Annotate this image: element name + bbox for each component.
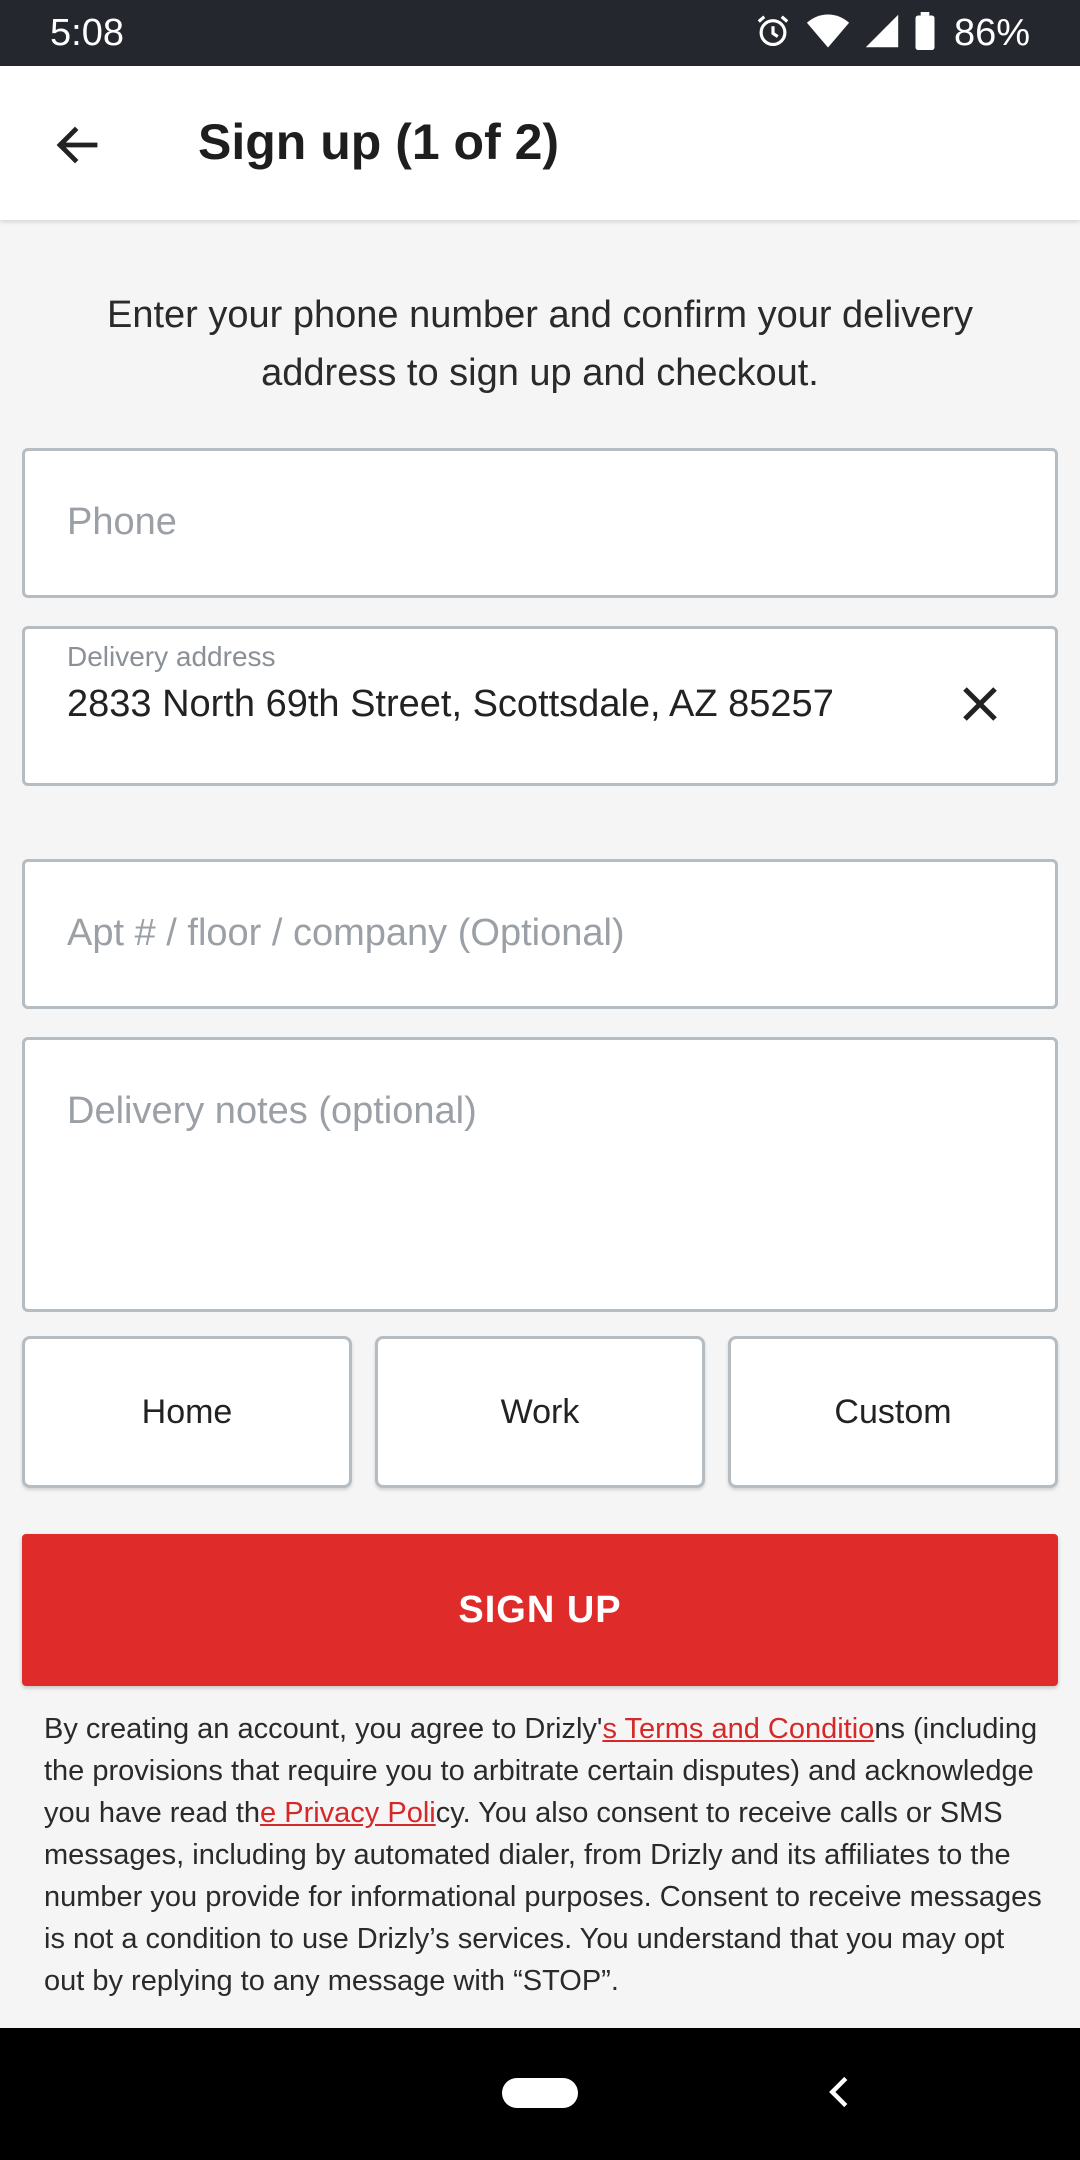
- page-title: Sign up (1 of 2): [198, 114, 560, 170]
- system-back-button[interactable]: [824, 2072, 854, 2112]
- home-button[interactable]: [502, 2078, 578, 2108]
- battery-icon: [914, 11, 936, 55]
- battery-percent: 86%: [953, 11, 1030, 54]
- phone-field[interactable]: Phone: [22, 448, 1058, 598]
- apt-placeholder: Apt # / floor / company (Optional): [67, 912, 625, 954]
- delivery-address-label: Delivery address: [67, 641, 276, 672]
- clear-address-button[interactable]: [955, 679, 1005, 729]
- status-icons: 86%: [754, 10, 1030, 56]
- back-button[interactable]: [40, 108, 114, 182]
- delivery-notes-placeholder: Delivery notes (optional): [67, 1090, 477, 1132]
- arrow-left-icon: [56, 126, 98, 164]
- address-type-custom-button[interactable]: Custom: [728, 1336, 1058, 1488]
- sign-up-button[interactable]: SIGN UP: [22, 1534, 1058, 1686]
- phone-placeholder: Phone: [67, 501, 177, 543]
- alarm-icon: [754, 12, 792, 55]
- system-nav-bar: [0, 2028, 1080, 2160]
- delivery-notes-field[interactable]: Delivery notes (optional): [22, 1037, 1058, 1312]
- signal-icon: [864, 13, 900, 54]
- address-type-work-button[interactable]: Work: [375, 1336, 705, 1488]
- delivery-address-field[interactable]: Delivery address 2833 North 69th Street,…: [22, 626, 1058, 786]
- status-time: 5:08: [50, 12, 124, 54]
- intro-text: Enter your phone number and confirm your…: [106, 294, 973, 394]
- privacy-link[interactable]: e Privacy Poli: [260, 1797, 436, 1829]
- wifi-icon: [806, 12, 850, 55]
- chevron-left-icon: [829, 2076, 848, 2108]
- legal-text: By creating an account, you agree to Dri…: [44, 1708, 1044, 2002]
- app-bar: Sign up (1 of 2): [0, 66, 1080, 220]
- terms-link[interactable]: s Terms and Conditio: [602, 1713, 874, 1745]
- delivery-address-value: 2833 North 69th Street, Scottsdale, AZ 8…: [67, 683, 834, 725]
- address-type-home-button[interactable]: Home: [22, 1336, 352, 1488]
- status-bar: 5:08 86%: [0, 0, 1080, 66]
- apt-field[interactable]: Apt # / floor / company (Optional): [22, 859, 1058, 1009]
- close-icon: [963, 687, 997, 721]
- legal-text-part-1: By creating an account, you agree to Dri…: [44, 1713, 603, 1745]
